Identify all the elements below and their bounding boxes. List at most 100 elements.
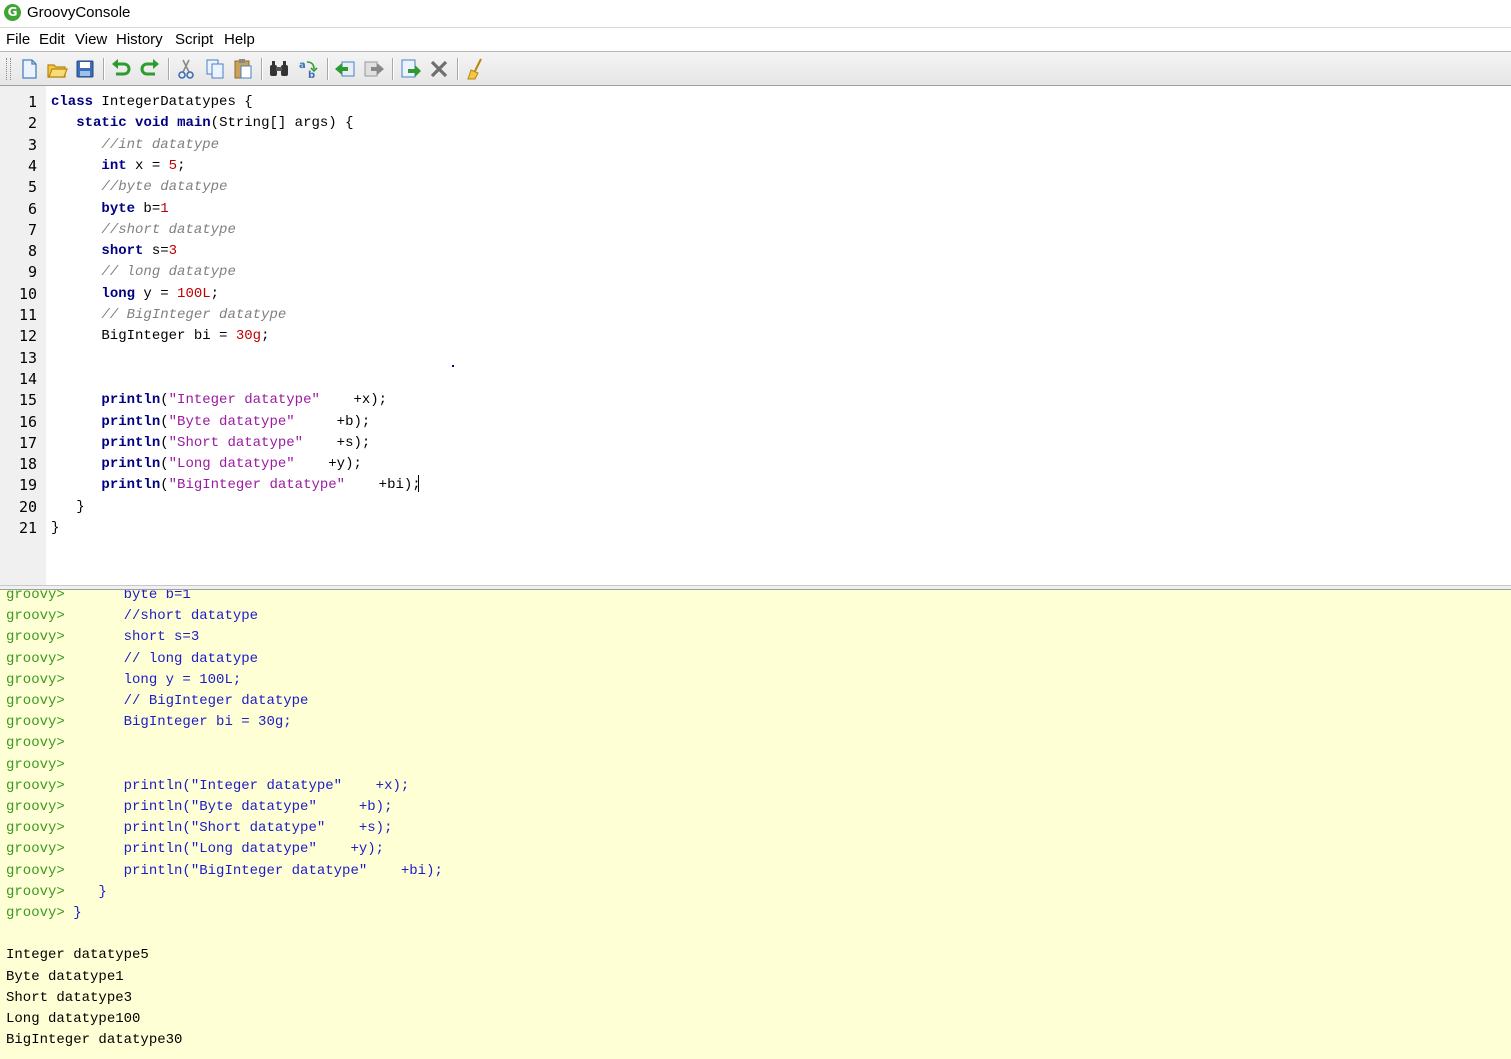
code-token: ( — [160, 392, 169, 409]
code-token: void — [135, 115, 169, 132]
output-echo-line: groovy> byte b=1 — [6, 589, 191, 603]
line-number: 21 — [18, 519, 37, 537]
menu-edit[interactable]: Edit — [39, 31, 65, 48]
menu-script[interactable]: Script — [175, 31, 213, 48]
code-line: int x = 5; — [51, 158, 185, 174]
code-line: byte b=1 — [51, 201, 168, 217]
menu-view[interactable]: View — [75, 31, 107, 48]
history-next-icon[interactable] — [362, 57, 386, 81]
output-echo-line: groovy> long y = 100L; — [6, 672, 241, 688]
echoed-code: println("Integer datatype" +x); — [64, 777, 410, 794]
code-token: "Integer datatype" — [168, 392, 320, 409]
code-token: println — [101, 413, 161, 430]
undo-icon[interactable] — [109, 57, 133, 81]
groovy-prompt: groovy> — [6, 799, 65, 815]
menu-file[interactable]: File — [6, 31, 30, 48]
code-token: x = — [126, 157, 169, 174]
echoed-code — [65, 757, 73, 773]
line-number: 15 — [18, 391, 37, 410]
code-token: // long datatype — [101, 264, 236, 281]
code-line: long y = 100L; — [51, 286, 219, 302]
redo-icon[interactable] — [138, 57, 162, 81]
window-title: GroovyConsole — [27, 4, 131, 21]
run-script-icon[interactable] — [398, 57, 422, 81]
groovy-prompt: groovy> — [6, 777, 65, 794]
code-token: println — [101, 392, 161, 409]
clear-output-icon[interactable] — [464, 57, 488, 81]
line-number: 20 — [18, 497, 37, 516]
code-token: +x); — [319, 392, 388, 409]
code-token: BigInteger bi = — [51, 328, 236, 345]
open-file-icon[interactable] — [45, 57, 69, 81]
script-editor[interactable]: 1 2 3 4 5 6 7 8 9 10 11 12 13 14 15 16 17 18 19 20 21 class … — [0, 86, 1511, 585]
code-line: //int datatype — [51, 137, 219, 153]
groovy-prompt: groovy> — [6, 862, 65, 879]
code-line: println("BigInteger datatype" +bi); — [51, 477, 421, 494]
groovy-prompt: groovy> — [6, 756, 65, 773]
cut-icon[interactable] — [174, 57, 198, 81]
code-token: ( — [160, 434, 169, 451]
interrupt-icon[interactable] — [427, 57, 451, 81]
code-token: ( — [160, 477, 169, 494]
history-previous-icon[interactable] — [333, 57, 357, 81]
groovy-prompt: groovy> — [6, 671, 65, 688]
line-number: 9 — [27, 263, 37, 282]
groovy-prompt: groovy> — [6, 589, 65, 603]
paste-icon[interactable] — [231, 57, 255, 81]
output-result-line: Byte datatype1 — [6, 968, 124, 985]
echoed-code: } — [64, 905, 82, 921]
code-token: long — [101, 285, 136, 302]
groovy-prompt: groovy> — [6, 841, 65, 858]
code-token: +s); — [303, 434, 371, 451]
output-echo-line: groovy> println("Long datatype" +y); — [6, 841, 384, 857]
code-token: ; — [177, 157, 186, 174]
code-line: println("Long datatype" +y); — [51, 456, 361, 473]
svg-text:a: a — [299, 60, 306, 71]
menu-help[interactable]: Help — [224, 31, 255, 48]
code-token: println — [101, 434, 161, 451]
output-pane[interactable]: groovy> byte b=1 groovy> //short datatype… — [0, 589, 1511, 1059]
line-number: 18 — [18, 455, 37, 474]
output-result-line: BigInteger datatype30 — [6, 1032, 183, 1049]
code-line: println("Byte datatype" +b); — [51, 414, 370, 430]
output-echo-line: groovy> //short datatype — [6, 608, 258, 624]
line-number: 4 — [27, 156, 37, 175]
menu-history[interactable]: History — [116, 31, 163, 48]
save-icon[interactable] — [73, 57, 97, 81]
code-line: class IntegerDatatypes { — [51, 94, 253, 110]
echoed-code: short s=3 — [64, 629, 200, 646]
code-token: "Long datatype" — [168, 456, 295, 473]
find-icon[interactable] — [267, 57, 291, 81]
groovy-prompt: groovy> — [6, 629, 65, 646]
code-token: 5 — [168, 157, 178, 174]
code-token: static — [76, 115, 127, 132]
code-token: +bi); — [345, 477, 421, 494]
line-number: 17 — [18, 433, 37, 452]
replace-icon[interactable]: ab — [297, 57, 321, 81]
echoed-code: //short datatype — [64, 608, 259, 625]
line-number: 11 — [18, 306, 37, 324]
code-token: //int datatype — [101, 136, 220, 153]
code-token: IntegerDatatypes { — [93, 94, 253, 110]
code-token: "BigInteger datatype" — [168, 477, 346, 494]
toolbar-grip[interactable] — [6, 58, 11, 80]
code-token: } — [51, 520, 60, 536]
line-number: 19 — [18, 476, 37, 495]
new-file-icon[interactable] — [17, 57, 41, 81]
line-number: 7 — [27, 220, 37, 239]
line-number: 12 — [18, 327, 37, 346]
output-echo-line: groovy> — [6, 757, 73, 773]
output-echo-line: groovy> — [6, 735, 73, 751]
copy-icon[interactable] — [203, 57, 227, 81]
